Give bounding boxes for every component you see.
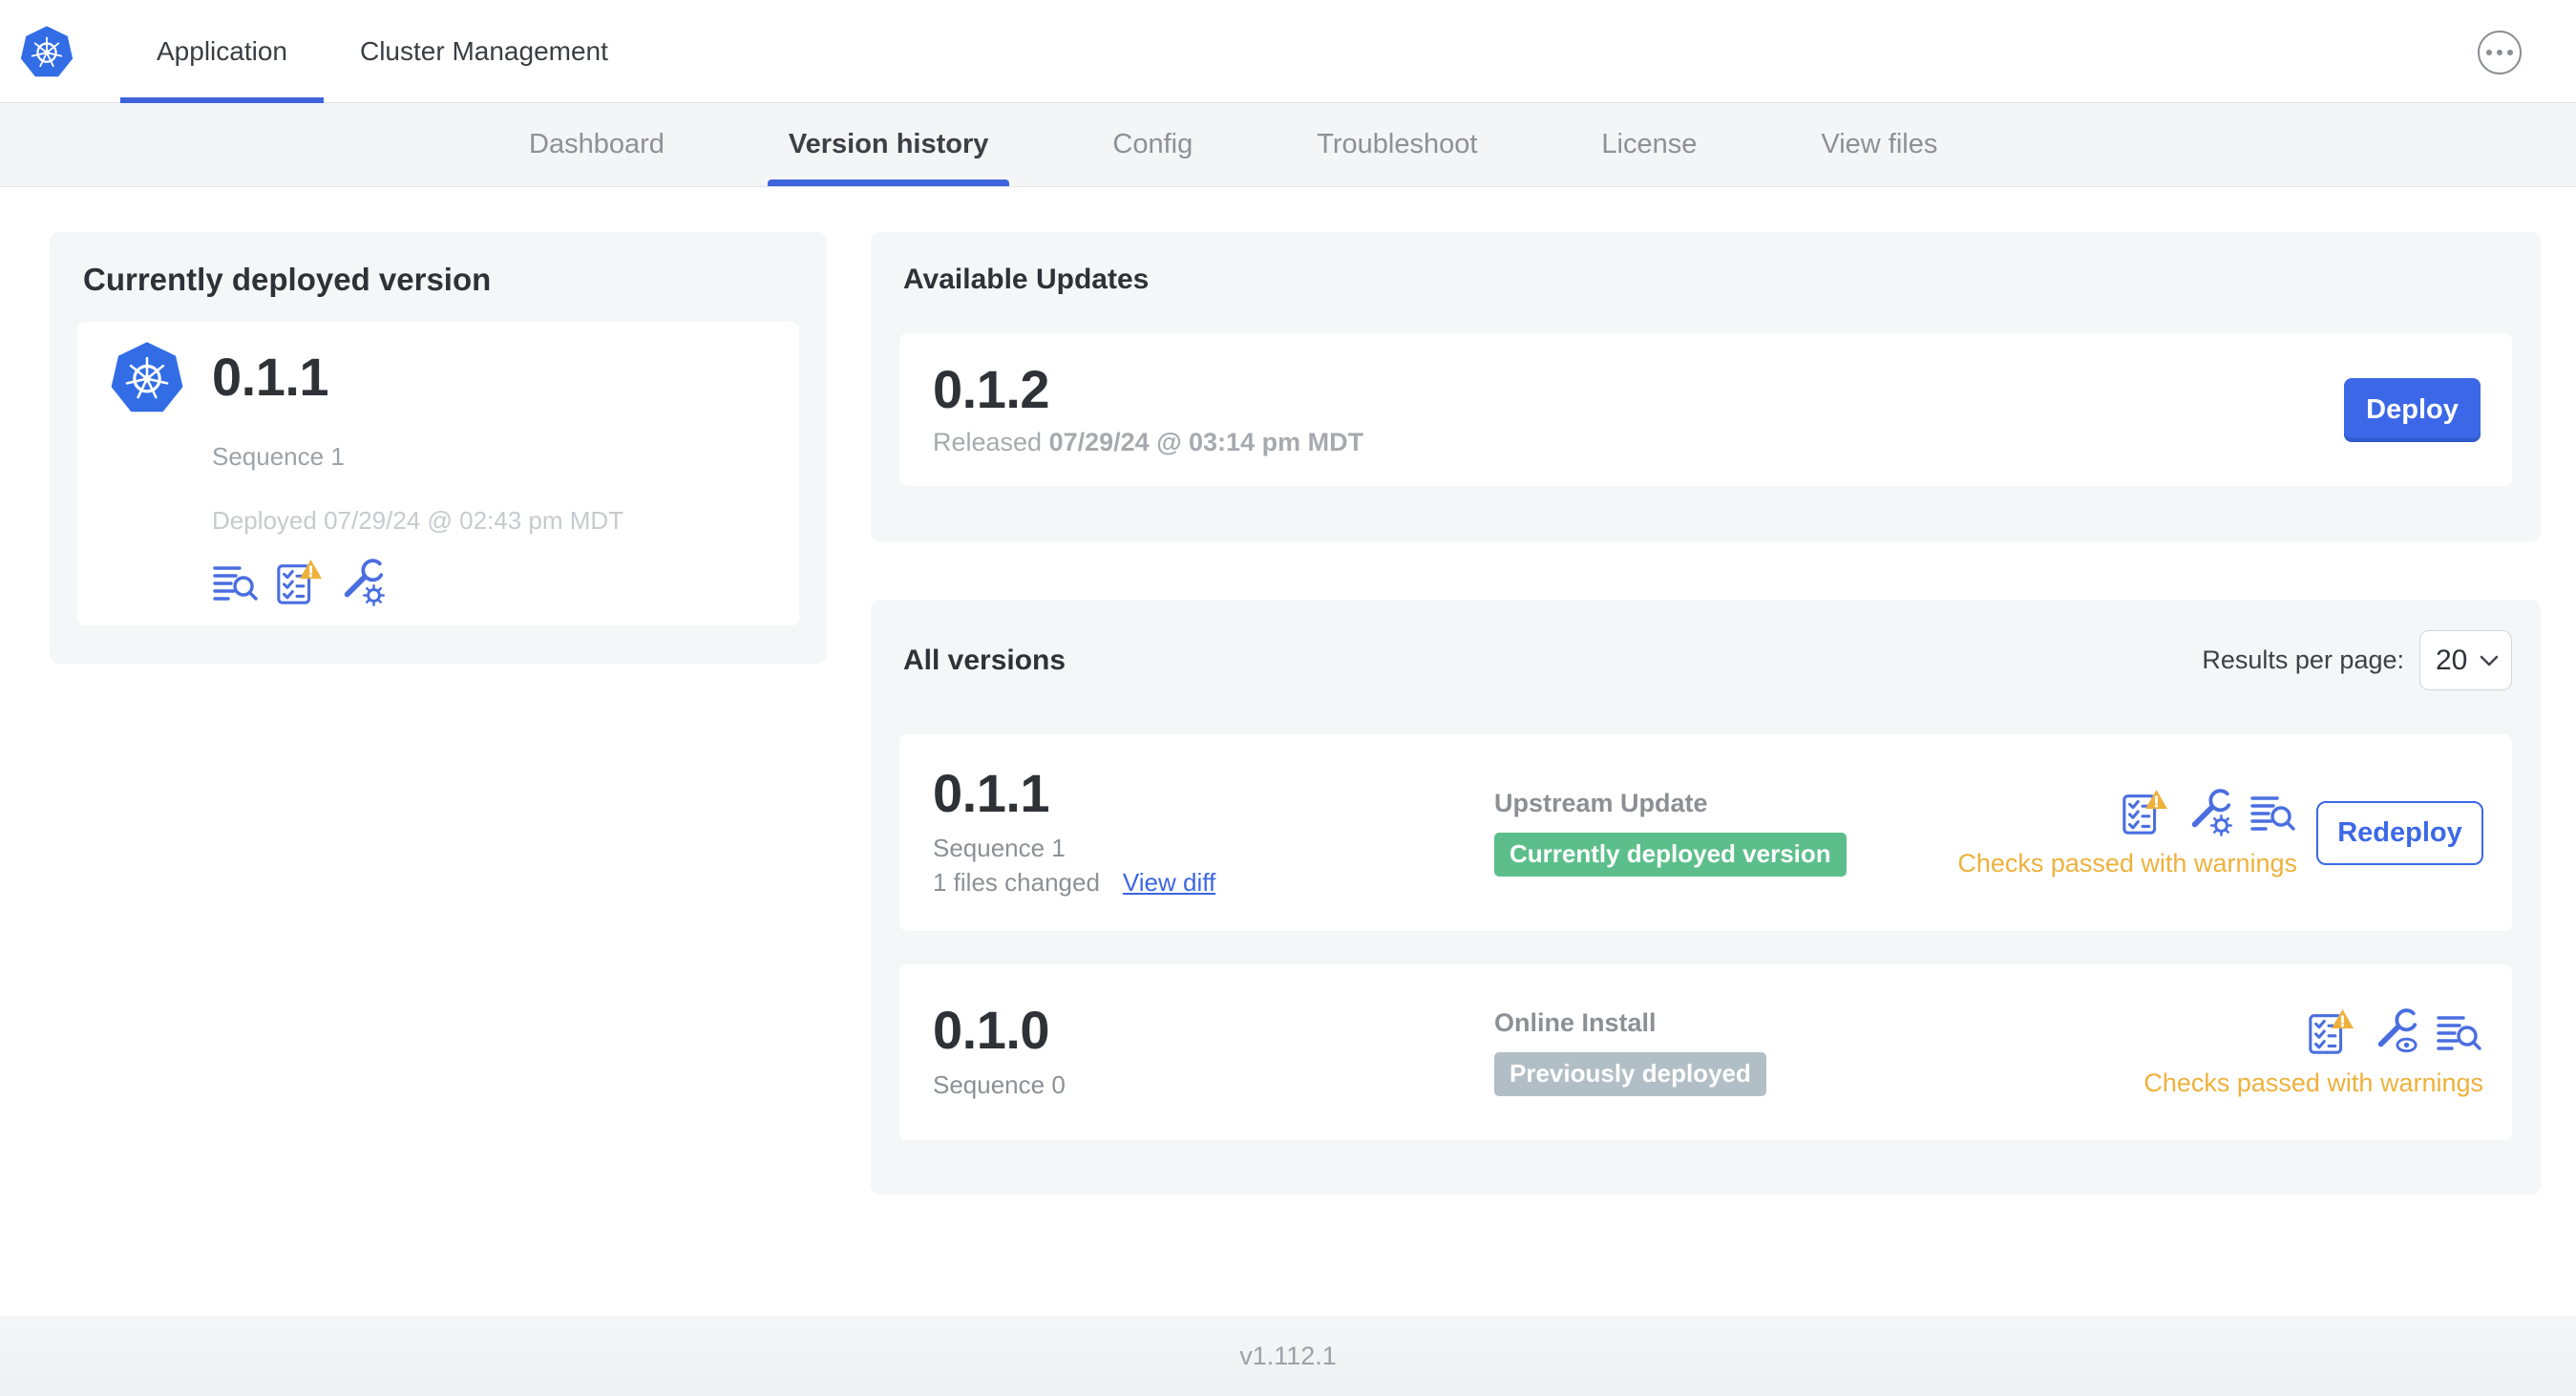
kubernetes-logo — [19, 24, 74, 79]
tab-version-history[interactable]: Version history — [767, 103, 1010, 186]
admin-console-page: Application Cluster Management Dashboard… — [0, 0, 2576, 1396]
ellipsis-dot — [2496, 49, 2503, 56]
released-prefix: Released — [933, 427, 1043, 456]
all-versions-title: All versions — [903, 644, 1066, 676]
preflight-checks-icon[interactable] — [2120, 789, 2169, 836]
edit-config-icon[interactable] — [2185, 789, 2233, 836]
main-area: Currently deployed version 0.1.1 Sequenc… — [0, 187, 2576, 1316]
tab-license[interactable]: License — [1580, 103, 1718, 186]
tab-cluster-management-label: Cluster Management — [359, 35, 608, 66]
row-files-changed: 1 files changed — [933, 868, 1100, 897]
row-version-number: 0.1.0 — [933, 1000, 1050, 1060]
version-row: 0.1.1 Sequence 1 1 files changed View di… — [899, 734, 2512, 931]
redeploy-button[interactable]: Redeploy — [2316, 800, 2483, 865]
tab-application[interactable]: Application — [120, 0, 324, 103]
all-versions-card: All versions Results per page: 20 0.1.1 … — [871, 600, 2541, 1195]
currently-deployed-title: Currently deployed version — [83, 262, 492, 297]
status-badge: Previously deployed — [1494, 1051, 1766, 1097]
edit-config-icon[interactable] — [338, 559, 386, 606]
status-badge: Currently deployed version — [1494, 832, 1847, 878]
logs-icon[interactable] — [212, 559, 260, 606]
header-tabs: Application Cluster Management — [120, 0, 644, 103]
version-row: 0.1.0 Sequence 0 Online Install Previous… — [899, 964, 2512, 1140]
tab-config[interactable]: Config — [1091, 103, 1214, 186]
logs-icon[interactable] — [2249, 789, 2297, 836]
released-date: 07/29/24 @ 03:14 pm MDT — [1048, 427, 1364, 456]
tab-version-history-label: Version history — [788, 129, 989, 159]
deployed-version-number: 0.1.1 — [212, 347, 329, 407]
view-diff-link[interactable]: View diff — [1123, 866, 1215, 899]
tab-view-files[interactable]: View files — [1800, 103, 1958, 186]
results-per-page-value: 20 — [2436, 644, 2468, 676]
page-footer: v1.112.1 — [0, 1316, 2576, 1396]
results-per-page-label: Results per page: — [2202, 645, 2404, 674]
deployed-timestamp: Deployed 07/29/24 @ 02:43 pm MDT — [212, 506, 624, 535]
app-kubernetes-icon — [109, 339, 185, 415]
deployed-sequence: Sequence 1 — [212, 442, 345, 471]
console-version: v1.112.1 — [1239, 1341, 1337, 1370]
tab-dashboard-label: Dashboard — [529, 129, 665, 159]
available-updates-title: Available Updates — [903, 264, 1150, 295]
update-released-line: Released 07/29/24 @ 03:14 pm MDT — [933, 428, 1363, 457]
currently-deployed-version-panel: 0.1.1 Sequence 1 Deployed 07/29/24 @ 02:… — [77, 322, 799, 625]
tab-troubleshoot[interactable]: Troubleshoot — [1296, 103, 1498, 186]
preflight-checks-icon[interactable] — [2306, 1008, 2355, 1056]
update-version-number: 0.1.2 — [933, 358, 1050, 419]
row-source: Upstream Update — [1494, 788, 1708, 817]
available-update-row: 0.1.2 Released 07/29/24 @ 03:14 pm MDT D… — [899, 333, 2512, 486]
ellipsis-dot — [2506, 49, 2514, 56]
ellipsis-icon[interactable] — [2478, 31, 2522, 74]
tab-application-label: Application — [157, 35, 287, 66]
preflight-checks-icon[interactable] — [274, 559, 324, 606]
currently-deployed-card: Currently deployed version 0.1.1 Sequenc… — [50, 232, 827, 664]
chevron-down-icon — [2480, 655, 2499, 666]
results-per-page-select[interactable]: 20 — [2419, 630, 2512, 690]
tab-troubleshoot-label: Troubleshoot — [1317, 129, 1478, 159]
row-version-number: 0.1.1 — [933, 763, 1050, 823]
row-sequence: Sequence 0 — [933, 1070, 1066, 1099]
app-subnav: Dashboard Version history Config Trouble… — [0, 103, 2576, 187]
tab-view-files-label: View files — [1821, 129, 1938, 159]
preflight-status-text: Checks passed with warnings — [2143, 1068, 2483, 1097]
ellipsis-dot — [2485, 49, 2493, 56]
tab-config-label: Config — [1112, 129, 1193, 159]
tab-cluster-management[interactable]: Cluster Management — [324, 0, 644, 102]
available-updates-card: Available Updates 0.1.2 Released 07/29/2… — [871, 232, 2541, 541]
preflight-status-text: Checks passed with warnings — [1957, 848, 2297, 878]
top-header: Application Cluster Management — [0, 0, 2576, 103]
row-sequence: Sequence 1 — [933, 834, 1066, 862]
tab-license-label: License — [1601, 129, 1698, 159]
tab-dashboard[interactable]: Dashboard — [508, 103, 686, 186]
logs-icon[interactable] — [2436, 1008, 2483, 1056]
row-source: Online Install — [1494, 1007, 1657, 1037]
view-config-icon[interactable] — [2372, 1008, 2419, 1056]
deploy-button[interactable]: Deploy — [2344, 377, 2481, 442]
